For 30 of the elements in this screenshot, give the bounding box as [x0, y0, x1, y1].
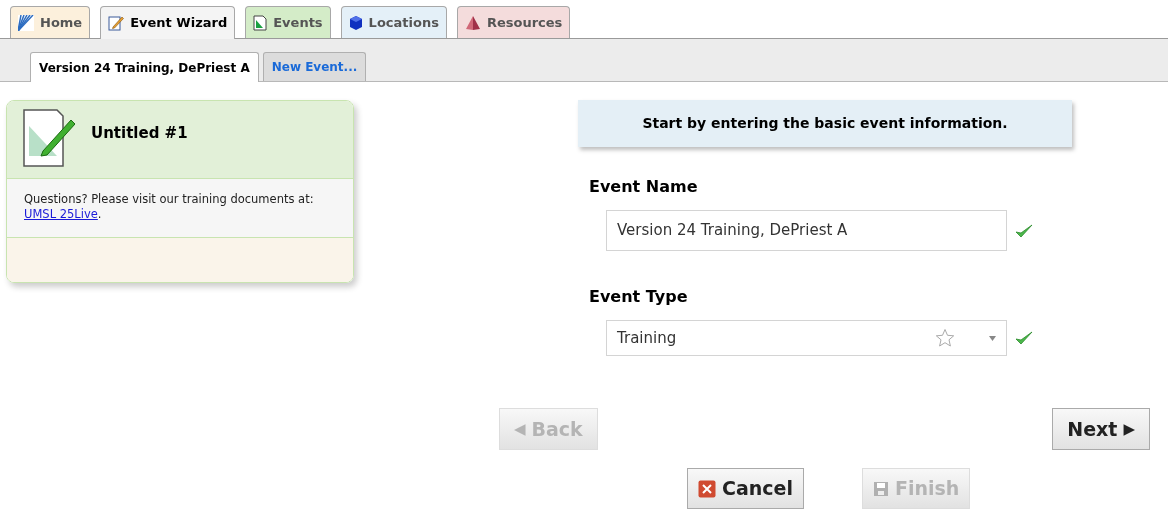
cancel-button[interactable]: Cancel	[687, 468, 804, 509]
check-icon	[1015, 330, 1033, 346]
document-icon	[253, 14, 268, 31]
event-name-field[interactable]: Version 24 Training, DePriest A	[606, 210, 1007, 251]
cube-icon	[348, 14, 363, 31]
close-icon	[698, 479, 716, 498]
pyramid-icon	[464, 14, 481, 31]
field-label: Event Type	[589, 287, 689, 307]
main-tab[interactable]: Event Wizard	[100, 6, 236, 39]
next-button[interactable]: Next ▶	[1052, 408, 1150, 450]
field-value: Version 24 Training, DePriest A	[617, 220, 849, 242]
notepad-pencil-icon	[108, 15, 125, 31]
sunburst-icon	[18, 14, 34, 31]
star-icon[interactable]	[935, 328, 955, 348]
main-tab[interactable]: Locations	[340, 6, 447, 38]
event-title: Untitled #1	[91, 123, 188, 144]
main-tab[interactable]: Resources	[456, 6, 571, 38]
main-tab[interactable]: Events	[245, 6, 331, 38]
training-link[interactable]: UMSL 25Live	[24, 207, 98, 221]
field-label: Event Name	[589, 177, 699, 197]
event-tab[interactable]: Version 24 Training, DePriest A	[30, 52, 259, 82]
event-type-dropdown[interactable]: Training	[606, 320, 1007, 356]
field-value: Training	[617, 327, 678, 349]
help-text: Questions? Please visit our training documents at: UMSL 25Live.	[24, 192, 315, 222]
main-tab[interactable]: Home	[10, 6, 91, 38]
check-icon	[1015, 222, 1033, 239]
event-tab[interactable]: New Event...	[262, 52, 367, 81]
document-pencil-icon	[23, 108, 75, 168]
info-banner: Start by entering the basic event information.	[578, 100, 1072, 147]
dropdown-caret-icon	[989, 335, 996, 341]
